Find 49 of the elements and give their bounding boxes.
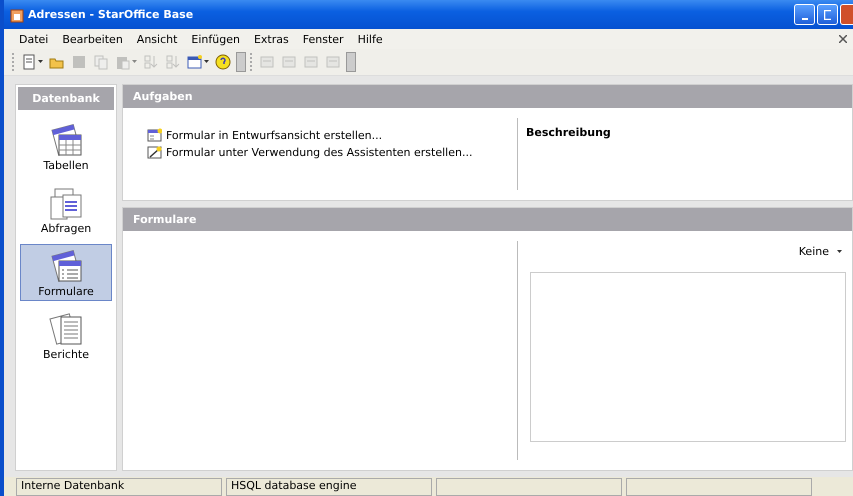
toolbar-overflow-button[interactable] [346, 52, 356, 72]
caret-icon[interactable] [38, 60, 43, 64]
app-icon [10, 6, 24, 22]
toolbar-icon [281, 54, 297, 70]
toolbar-button[interactable] [214, 53, 232, 71]
menu-item[interactable]: Bearbeiten [55, 32, 130, 46]
panel-header: Formulare [123, 208, 852, 231]
menu-item[interactable]: Hilfe [350, 32, 390, 46]
menu-item[interactable]: Extras [246, 32, 296, 46]
window-title: Adressen - StarOffice Base [28, 8, 194, 21]
document-icon [49, 312, 83, 346]
description-heading: Beschreibung [525, 125, 612, 141]
status-cell: Interne Datenbank [16, 478, 222, 496]
minimize-icon [802, 18, 808, 20]
preview-dropdown[interactable]: Keine [798, 245, 846, 258]
toolbar-icon [115, 54, 131, 70]
document-icon [49, 186, 83, 220]
close-icon[interactable] [839, 35, 847, 43]
toolbar-icon [165, 54, 181, 70]
task-link[interactable]: Formular unter Verwendung des Assistenten erstellen... [166, 146, 472, 159]
form-icon [147, 128, 162, 143]
task-link[interactable]: Formular in Entwurfsansicht erstellen... [166, 129, 382, 142]
toolbar-icon [71, 54, 87, 70]
toolbar-button[interactable] [186, 53, 210, 71]
toolbar-icon [215, 54, 231, 70]
toolbar-icon [325, 54, 341, 70]
sidebar-item[interactable]: Abfragen [20, 181, 112, 238]
sidebar-item[interactable]: Formulare [20, 244, 112, 301]
toolbar-icon [93, 54, 109, 70]
close-button[interactable] [840, 4, 853, 25]
sidebar-item[interactable]: Berichte [20, 307, 112, 364]
caret-icon [837, 250, 842, 254]
form-icon [147, 145, 162, 160]
menu-item[interactable]: Ansicht [130, 32, 184, 46]
caret-icon[interactable] [204, 60, 209, 64]
sidebar-item[interactable]: Tabellen [20, 118, 112, 175]
panel-header: Datenbank [18, 87, 114, 110]
toolbar-icon [143, 54, 159, 70]
toolbar-icon [187, 54, 203, 70]
toolbar-icon [303, 54, 319, 70]
maximize-button[interactable] [817, 4, 838, 25]
menu-item[interactable]: Einfügen [184, 32, 247, 46]
toolbar-icon [21, 54, 37, 70]
minimize-button[interactable] [794, 4, 815, 25]
status-cell: HSQL database engine [226, 478, 432, 496]
panel-header: Aufgaben [123, 85, 852, 108]
menu-item[interactable]: Datei [12, 32, 56, 46]
menu-item[interactable]: Fenster [296, 32, 351, 46]
toolbar-icon [259, 54, 275, 70]
